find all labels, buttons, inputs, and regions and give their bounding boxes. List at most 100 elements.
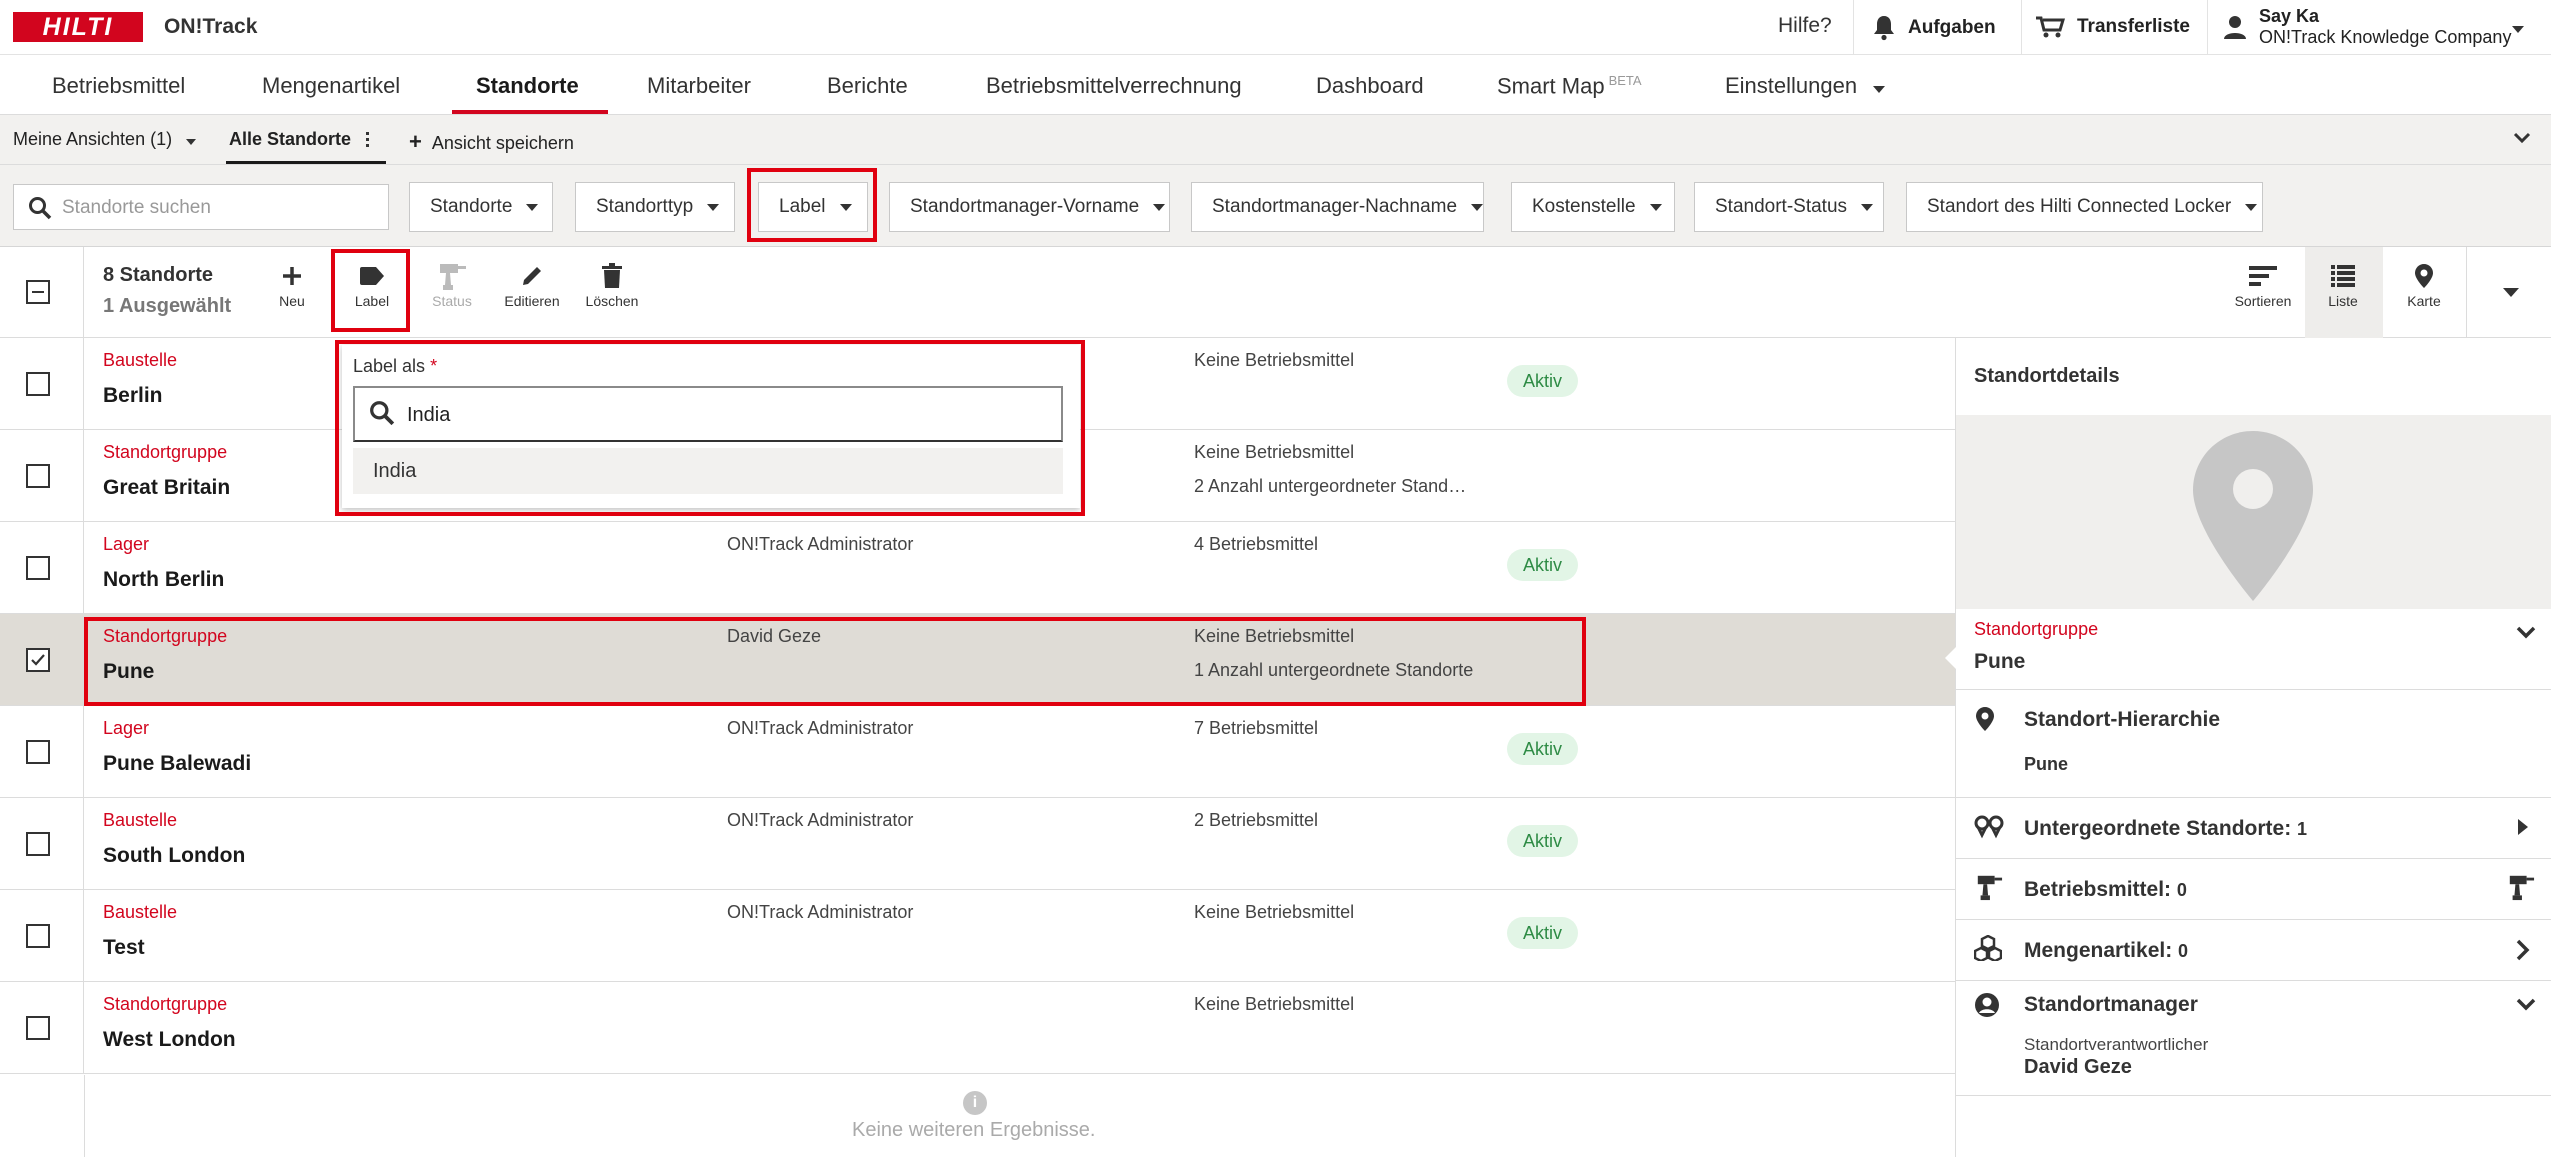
children-locations-row[interactable]: Untergeordnete Standorte: 1 (1956, 798, 2551, 858)
status-badge: Aktiv (1507, 365, 1579, 397)
save-view-button[interactable]: + Ansicht speichern (409, 129, 574, 155)
transfer-list-button[interactable]: Transferliste (2035, 15, 2190, 39)
nav-standorte[interactable]: Standorte (476, 73, 579, 99)
collapse-chevron-icon[interactable] (2513, 132, 2531, 144)
map-view-button[interactable]: Karte (2389, 259, 2459, 309)
help-link[interactable]: Hilfe? (1778, 14, 1832, 38)
nav-dashboard[interactable]: Dashboard (1316, 73, 1424, 99)
selected-count: 1 Ausgewählt (103, 295, 232, 317)
hierarchy-value: Pune (2024, 754, 2069, 774)
tasks-button[interactable]: Aufgaben (1872, 15, 1996, 41)
edit-button[interactable]: Editieren (497, 259, 567, 309)
nav-mitarbeiter[interactable]: Mitarbeiter (647, 73, 751, 99)
chevron-down-icon[interactable] (2516, 998, 2536, 1012)
new-button[interactable]: Neu (257, 259, 327, 309)
filter-label[interactable]: Label (758, 182, 868, 232)
user-company[interactable]: ON!Track Knowledge Company (2259, 27, 2511, 48)
required-marker: * (430, 356, 438, 376)
nav-smart-map[interactable]: Smart Map BETA (1497, 73, 1642, 99)
row-check-column (0, 430, 84, 521)
hilti-logo[interactable]: HILTI (13, 12, 143, 42)
status-button[interactable]: Status (417, 259, 487, 309)
table-row-selected[interactable]: Standortgruppe Pune David Geze Keine Bet… (0, 614, 1955, 706)
drill-icon (440, 264, 466, 290)
user-icon[interactable] (2224, 15, 2246, 39)
commodities-row[interactable]: Mengenartikel: 0 (1956, 920, 2551, 980)
trash-icon (602, 263, 622, 288)
location-assets: 7 Betriebsmittel (1194, 718, 1319, 738)
nav-einstellungen[interactable]: Einstellungen (1725, 73, 1886, 99)
account-circle-icon (1975, 993, 1999, 1017)
transfer-list-label: Transferliste (2077, 16, 2190, 37)
nav-mengenartikel[interactable]: Mengenartikel (262, 73, 400, 99)
sort-icon (2249, 266, 2277, 286)
filter-standorttyp[interactable]: Standorttyp (575, 182, 735, 232)
table-row[interactable]: Baustelle Test ON!Track Administrator Ke… (0, 890, 1955, 982)
location-name: Pune Balewadi (103, 752, 252, 775)
sort-button[interactable]: Sortieren (2228, 259, 2298, 309)
table-row[interactable]: Lager North Berlin ON!Track Administrato… (0, 522, 1955, 614)
commodities-count: 0 (2178, 941, 2189, 961)
label-option[interactable]: India (353, 448, 1063, 494)
view-all-locations[interactable]: Alle Standorte (229, 129, 351, 150)
chevron-down-icon (2245, 203, 2258, 211)
label-button[interactable]: Label (337, 259, 407, 309)
manager-role: Standortverantwortlicher (2024, 1035, 2209, 1054)
search-box[interactable] (13, 184, 389, 230)
divider (1956, 689, 2551, 690)
plus-icon: + (409, 129, 422, 154)
chevron-down-icon (1471, 203, 1484, 211)
row-checkbox[interactable] (26, 924, 50, 948)
search-input[interactable] (62, 195, 372, 221)
more-views-chevron-icon[interactable] (2503, 288, 2519, 297)
children-count: 1 (2297, 819, 2308, 839)
location-assets: Keine Betriebsmittel (1194, 994, 1355, 1014)
location-type: Standortgruppe (103, 626, 228, 646)
new-label: Neu (279, 293, 305, 309)
divider (1853, 0, 1854, 55)
label-as-text: Label als (353, 356, 426, 376)
active-tab-indicator (452, 110, 608, 114)
filter-status[interactable]: Standort-Status (1694, 182, 1884, 232)
label-search-box[interactable] (353, 386, 1063, 442)
delete-button[interactable]: Löschen (577, 259, 647, 309)
status-label: Status (432, 293, 472, 309)
filter-manager-lastname[interactable]: Standortmanager-Nachname (1191, 182, 1484, 232)
view-more-icon[interactable] (366, 132, 370, 150)
location-assets: 4 Betriebsmittel (1194, 534, 1319, 554)
row-checkbox[interactable] (26, 740, 50, 764)
row-check-column (0, 706, 84, 797)
row-checkbox[interactable] (26, 1016, 50, 1040)
list-view-button[interactable]: Liste (2308, 259, 2378, 309)
row-checkbox[interactable] (26, 464, 50, 488)
chevron-down-icon (1861, 203, 1874, 211)
detail-type: Standortgruppe (1974, 619, 2099, 639)
filter-cost-center[interactable]: Kostenstelle (1511, 182, 1675, 232)
chevron-down-icon (526, 203, 539, 211)
table-row[interactable]: Standortgruppe West London Keine Betrieb… (0, 982, 1955, 1074)
row-checkbox-checked[interactable] (26, 648, 50, 672)
chevron-down-icon[interactable] (2516, 626, 2536, 640)
user-name[interactable]: Say Ka (2259, 6, 2319, 27)
select-all-checkbox[interactable] (26, 280, 50, 304)
nav-betriebsmittelverrechnung[interactable]: Betriebsmittelverrechnung (986, 73, 1242, 99)
filter-manager-firstname[interactable]: Standortmanager-Vorname (889, 182, 1170, 232)
table-row[interactable]: Baustelle South London ON!Track Administ… (0, 798, 1955, 890)
chevron-down-icon (1873, 86, 1886, 93)
row-checkbox[interactable] (26, 556, 50, 580)
top-bar: HILTI ON!Track Hilfe? Aufgaben Transferl… (0, 0, 2551, 55)
nav-betriebsmittel[interactable]: Betriebsmittel (52, 73, 185, 99)
assets-row[interactable]: Betriebsmittel: 0 (1956, 859, 2551, 919)
drill-link-icon[interactable] (2506, 873, 2536, 901)
my-views-dropdown[interactable]: Meine Ansichten (1) (13, 129, 197, 150)
row-checkbox[interactable] (26, 832, 50, 856)
filter-label-label: Label (779, 196, 826, 217)
filter-standorte[interactable]: Standorte (409, 182, 553, 232)
table-row[interactable]: Lager Pune Balewadi ON!Track Administrat… (0, 706, 1955, 798)
user-menu-chevron-icon[interactable] (2512, 26, 2524, 33)
hierarchy-label: Standort-Hierarchie (2024, 708, 2221, 731)
row-checkbox[interactable] (26, 372, 50, 396)
nav-berichte[interactable]: Berichte (827, 73, 908, 99)
filter-connected-locker[interactable]: Standort des Hilti Connected Locker (1906, 182, 2263, 232)
label-search-input[interactable] (407, 402, 1047, 428)
